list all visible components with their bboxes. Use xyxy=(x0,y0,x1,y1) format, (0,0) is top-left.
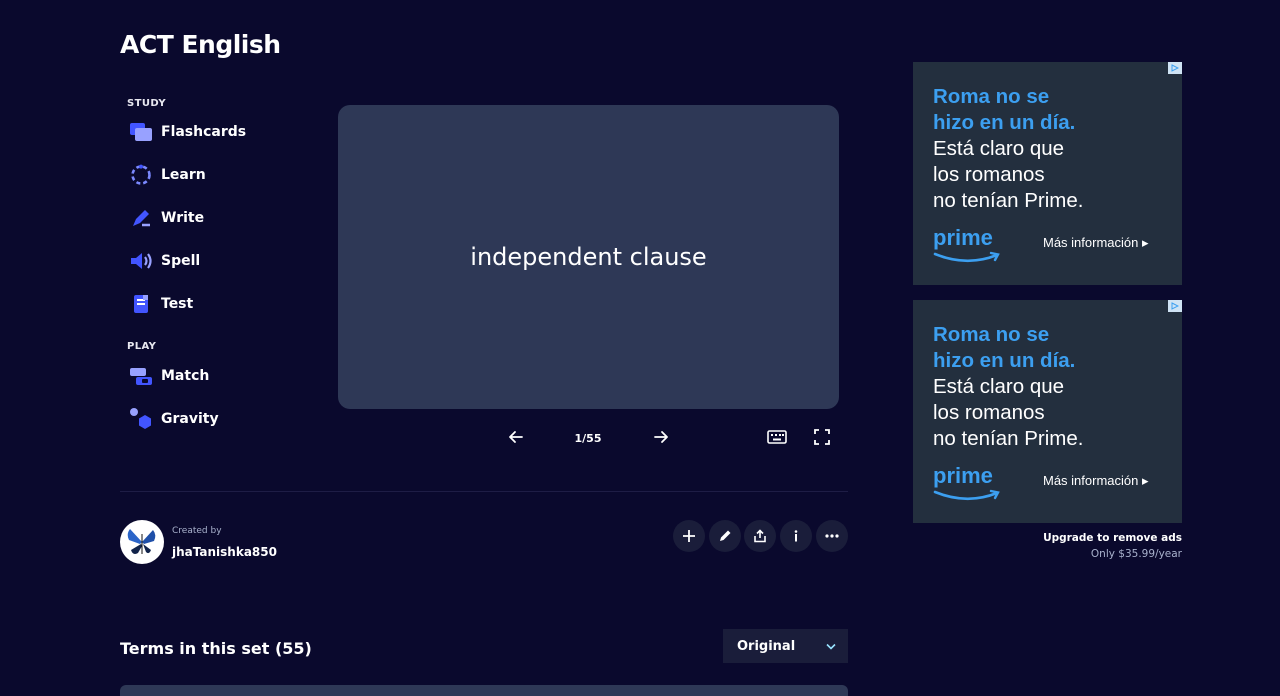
chevron-down-icon xyxy=(826,643,836,650)
terms-list xyxy=(120,685,848,696)
card-counter: 1/55 xyxy=(574,432,602,445)
ad-headline: Roma no se hizo en un día. xyxy=(933,85,1076,134)
plus-icon xyxy=(683,530,695,542)
share-icon xyxy=(754,529,766,543)
nav-item-learn[interactable]: Learn xyxy=(129,161,206,189)
edit-button[interactable] xyxy=(709,520,741,552)
nav-item-gravity[interactable]: Gravity xyxy=(129,405,219,433)
write-icon xyxy=(129,206,153,230)
avatar[interactable] xyxy=(120,520,164,564)
share-button[interactable] xyxy=(744,520,776,552)
nav-label: Gravity xyxy=(161,411,219,427)
prime-logo: prime xyxy=(933,226,1003,272)
spell-icon xyxy=(129,249,153,273)
terms-heading: Terms in this set (55) xyxy=(120,639,312,658)
nav-item-flashcards[interactable]: Flashcards xyxy=(129,118,246,146)
fullscreen-button[interactable] xyxy=(809,424,835,450)
sort-value: Original xyxy=(737,638,796,654)
flashcards-icon xyxy=(129,120,153,144)
fullscreen-icon xyxy=(814,429,830,445)
nav-item-test[interactable]: Test xyxy=(129,290,193,318)
nav-label: Spell xyxy=(161,253,201,269)
ad-banner[interactable]: Roma no se hizo en un día. Está claro qu… xyxy=(913,300,1182,523)
more-options-button[interactable] xyxy=(816,520,848,552)
arrow-left-icon xyxy=(509,431,523,443)
ad-body: Está claro que los romanos no tenían Pri… xyxy=(933,375,1084,450)
page-title: ACT English xyxy=(120,30,281,59)
gravity-icon xyxy=(129,407,153,431)
ad-cta-link[interactable]: Más información ▸ xyxy=(1043,473,1149,489)
sort-dropdown[interactable]: Original xyxy=(723,629,848,663)
nav-label: Learn xyxy=(161,167,206,183)
ad-cta-link[interactable]: Más información ▸ xyxy=(1043,235,1149,251)
nav-label: Write xyxy=(161,210,205,226)
arrow-right-icon xyxy=(654,431,668,443)
created-by-label: Created by xyxy=(172,526,222,536)
keyboard-shortcuts-button[interactable] xyxy=(764,424,790,450)
nav-label: Test xyxy=(161,296,194,312)
match-icon xyxy=(129,364,153,388)
previous-card-button[interactable] xyxy=(503,424,529,450)
nav-label: Flashcards xyxy=(161,124,247,140)
nav-label: Match xyxy=(161,368,210,384)
learn-icon xyxy=(129,163,153,187)
add-to-folder-button[interactable] xyxy=(673,520,705,552)
play-section-label: PLAY xyxy=(127,341,157,352)
upgrade-price: Only $35.99/year xyxy=(1090,548,1182,560)
ad-headline: Roma no se hizo en un día. xyxy=(933,323,1076,372)
nav-item-match[interactable]: Match xyxy=(129,362,209,390)
adchoices-icon[interactable] xyxy=(1168,62,1182,74)
adchoices-icon[interactable] xyxy=(1168,300,1182,312)
info-icon xyxy=(794,530,798,542)
creator-username[interactable]: jhaTanishka850 xyxy=(172,545,277,559)
ad-banner[interactable]: Roma no se hizo en un día. Está claro qu… xyxy=(913,62,1182,285)
flashcard-term: independent clause xyxy=(470,243,707,271)
ad-body: Está claro que los romanos no tenían Pri… xyxy=(933,137,1084,212)
keyboard-icon xyxy=(767,430,787,444)
test-icon xyxy=(129,292,153,316)
more-horizontal-icon xyxy=(825,534,839,538)
study-section-label: STUDY xyxy=(127,98,166,109)
nav-item-write[interactable]: Write xyxy=(129,204,204,232)
next-card-button[interactable] xyxy=(648,424,674,450)
flashcard[interactable]: independent clause xyxy=(338,105,839,409)
prime-logo: prime xyxy=(933,464,1003,510)
upgrade-promo[interactable]: Upgrade to remove ads Only $35.99/year xyxy=(1043,530,1182,562)
pencil-icon xyxy=(720,530,731,541)
nav-item-spell[interactable]: Spell xyxy=(129,247,200,275)
upgrade-link[interactable]: Upgrade to remove ads xyxy=(1043,530,1182,546)
info-button[interactable] xyxy=(780,520,812,552)
divider xyxy=(120,491,848,492)
